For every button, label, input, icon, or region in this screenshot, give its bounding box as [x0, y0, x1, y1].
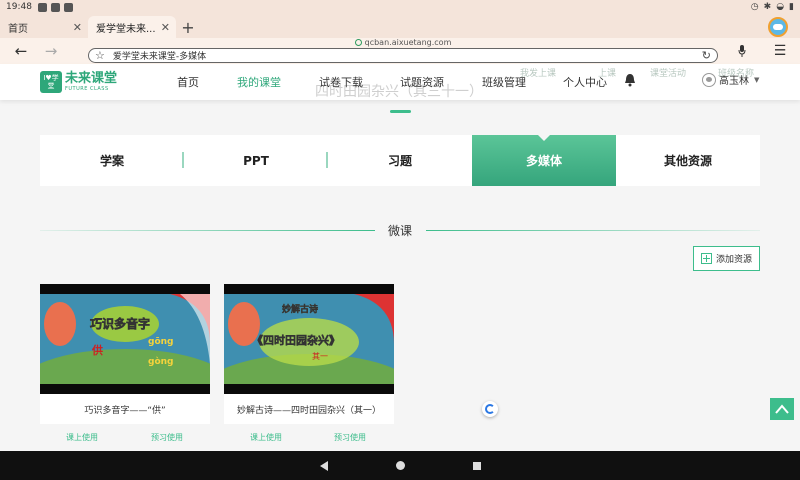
tab-study-plan[interactable]: 学案 [40, 135, 184, 186]
thumb-badge: 妙解古诗 [282, 303, 318, 315]
avatar [702, 72, 716, 87]
tab-multimedia[interactable]: 多媒体 [472, 135, 616, 186]
browser-tab-label: 爱学堂未来... [96, 23, 156, 35]
status-bar: 19:48 ◷ ✱ ◒ ▮ [0, 0, 800, 14]
url-input[interactable]: ☆ 爱学堂未来课堂-多媒体 ↻ [88, 48, 718, 63]
status-time: 19:48 [6, 2, 32, 12]
lock-icon [354, 39, 362, 46]
user-menu[interactable]: 高玉林 ▼ [702, 72, 759, 87]
notification-icon [63, 2, 73, 12]
thumb-sub: 其一 [312, 352, 328, 361]
bell-icon[interactable] [624, 73, 636, 87]
reload-icon[interactable]: ↻ [702, 49, 711, 62]
browser-toolbar: ← → qcban.aixuetang.com ☆ 爱学堂未来课堂-多媒体 ↻ … [0, 38, 800, 64]
notification-icon [37, 2, 47, 12]
section-divider [40, 230, 375, 231]
thumb-word: gòng [148, 356, 173, 367]
media-card[interactable]: 巧识多音字 gōng gòng 供 巧识多音字——“供” [40, 284, 210, 424]
recent-apps-icon[interactable] [472, 461, 481, 470]
tab-exercises[interactable]: 习题 [328, 135, 472, 186]
loading-spinner-icon [482, 401, 498, 417]
url-host: qcban.aixuetang.com [88, 38, 718, 48]
system-nav-bar [0, 451, 800, 480]
back-icon[interactable] [319, 460, 328, 471]
url-text: 爱学堂未来课堂-多媒体 [112, 52, 207, 62]
url-host-text: qcban.aixuetang.com [364, 38, 452, 47]
user-name: 高玉林 [719, 76, 749, 87]
add-resource-label: 添加资源 [715, 255, 752, 265]
site-header: 我发上课 上课 课堂活动 班级名称 四时田园杂兴（其三十一） I♥学堂 未来课堂… [0, 64, 800, 100]
thumb-heading: 《四时田园杂兴》 [252, 333, 340, 347]
battery-icon: ▮ [789, 2, 794, 12]
use-in-class-link[interactable]: 课上使用 [250, 432, 282, 443]
close-icon[interactable]: ✕ [73, 21, 82, 34]
forward-arrow-icon[interactable]: → [36, 38, 66, 64]
home-icon[interactable] [395, 461, 405, 470]
wifi-icon: ◒ [776, 2, 785, 12]
site-logo[interactable]: I♥学堂 未来课堂 FUTURE CLASS [40, 71, 117, 93]
tab-label: 学案 [99, 154, 124, 168]
profile-avatar[interactable] [768, 17, 788, 37]
video-thumbnail[interactable]: 妙解古诗 《四时田园杂兴》 其一 [224, 284, 394, 394]
tab-label: 其他资源 [663, 154, 712, 168]
section-divider [426, 230, 760, 231]
logo-title: 未来课堂 [65, 71, 118, 86]
nav-class-management[interactable]: 班级管理 [482, 74, 526, 90]
nav-my-classroom[interactable]: 我的课堂 [237, 74, 281, 90]
nav-personal-center[interactable]: 个人中心 [563, 74, 607, 90]
add-resource-button[interactable]: 添加资源 [693, 246, 760, 271]
tab-label: 多媒体 [525, 154, 562, 168]
plus-icon [700, 253, 712, 264]
use-in-class-link[interactable]: 课上使用 [66, 432, 98, 443]
close-icon[interactable]: ✕ [161, 21, 170, 34]
nav-home[interactable]: 首页 [177, 74, 199, 90]
notification-icon [50, 2, 60, 12]
browser-tab[interactable]: 首页 ✕ [0, 16, 88, 38]
alarm-icon: ◷ [750, 2, 759, 12]
nav-paper-download[interactable]: 试卷下载 [319, 74, 363, 90]
media-card[interactable]: 妙解古诗 《四时田园杂兴》 其一 妙解古诗——四时田园杂兴（其一） [224, 284, 394, 424]
video-thumbnail[interactable]: 巧识多音字 gōng gòng 供 [40, 284, 210, 394]
tab-label: 习题 [387, 154, 412, 168]
menu-icon[interactable]: ☰ [770, 38, 790, 64]
tab-label: PPT [243, 153, 269, 168]
bluetooth-icon: ✱ [763, 2, 772, 12]
chevron-up-icon [775, 404, 789, 414]
chevron-down-icon: ▼ [754, 75, 760, 84]
url-area: qcban.aixuetang.com ☆ 爱学堂未来课堂-多媒体 ↻ [88, 38, 718, 64]
thumb-heading: 巧识多音字 [90, 316, 150, 331]
title-underline [390, 110, 411, 113]
new-tab-button[interactable]: + [176, 16, 200, 38]
media-card-title[interactable]: 妙解古诗——四时田园杂兴（其一） [224, 394, 394, 424]
nav-question-resources[interactable]: 试题资源 [400, 74, 444, 90]
media-card-title[interactable]: 巧识多音字——“供” [40, 394, 210, 424]
status-icons: ◷ ✱ ◒ ▮ [751, 2, 794, 12]
star-icon[interactable]: ☆ [95, 49, 105, 62]
logo-subtitle: FUTURE CLASS [65, 86, 109, 92]
tab-ppt[interactable]: PPT [184, 135, 328, 186]
browser-tab-strip: 首页 ✕ 爱学堂未来... ✕ + [0, 14, 800, 38]
thumb-word: 供 [91, 343, 103, 357]
use-for-preview-link[interactable]: 预习使用 [334, 432, 366, 443]
thumb-word: gōng [148, 337, 173, 347]
microphone-icon[interactable] [732, 38, 752, 64]
tab-other-resources[interactable]: 其他资源 [616, 135, 760, 186]
logo-mark: I♥学堂 [40, 71, 62, 93]
browser-tab-active[interactable]: 爱学堂未来... ✕ [88, 16, 176, 38]
browser-tab-label: 首页 [8, 23, 28, 35]
use-for-preview-link[interactable]: 预习使用 [151, 432, 183, 443]
category-tabs: 学案 PPT 习题 多媒体 其他资源 [40, 135, 760, 186]
back-to-top-button[interactable] [770, 398, 794, 420]
ghost-item: 课堂活动 [650, 69, 687, 79]
section-title: 微课 [387, 224, 412, 238]
back-arrow-icon[interactable]: ← [6, 38, 36, 64]
